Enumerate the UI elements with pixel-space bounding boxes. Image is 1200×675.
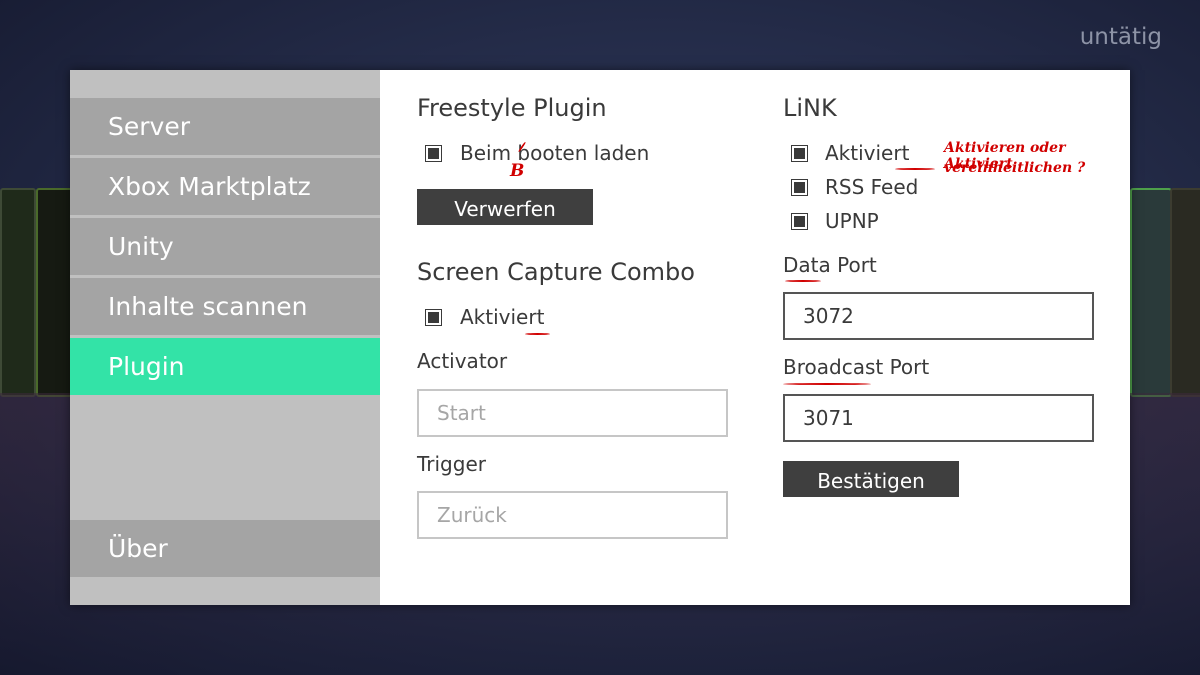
screen-capture-checkbox[interactable]: [425, 309, 442, 326]
data-port-label: Data Port: [783, 253, 877, 277]
boot-load-checkbox[interactable]: [425, 145, 442, 162]
confirm-button[interactable]: Bestätigen: [783, 461, 959, 497]
activator-field[interactable]: Start: [417, 389, 728, 437]
screen-capture-title: Screen Capture Combo: [417, 258, 695, 286]
settings-dialog: Server Xbox Marktplatz Unity Inhalte sca…: [70, 70, 1130, 605]
broadcast-port-label: Broadcast Port: [783, 355, 930, 379]
sidebar-item-unity[interactable]: Unity: [70, 218, 380, 275]
upnp-label: UPNP: [825, 209, 879, 233]
settings-sidebar: Server Xbox Marktplatz Unity Inhalte sca…: [70, 70, 380, 605]
annotation-note-line2: vereinheitlichen ?: [944, 160, 1086, 176]
screen-capture-enabled-label: Aktiviert: [460, 305, 545, 329]
annotation-underline-data: [785, 280, 821, 282]
link-enabled-checkbox[interactable]: [791, 145, 808, 162]
data-port-field[interactable]: 3072: [783, 292, 1094, 340]
link-title: LiNK: [783, 94, 837, 122]
trigger-field[interactable]: Zurück: [417, 491, 728, 539]
background-game-tile: [0, 188, 36, 397]
annotation-underline-screen-aktiviert: [525, 333, 550, 335]
freestyle-plugin-title: Freestyle Plugin: [417, 94, 607, 122]
sidebar-item-server[interactable]: Server: [70, 98, 380, 155]
annotation-underline-link-aktiviert: [895, 168, 935, 170]
sidebar-item-inhalte-scannen[interactable]: Inhalte scannen: [70, 278, 380, 335]
activator-label: Activator: [417, 349, 508, 373]
sidebar-item-plugin[interactable]: Plugin: [70, 338, 380, 395]
sidebar-item-ueber[interactable]: Über: [70, 520, 380, 577]
status-text: untätig: [1079, 24, 1162, 50]
background-game-tile: [36, 188, 74, 397]
rss-feed-label: RSS Feed: [825, 175, 919, 199]
annotation-underline-broadcast: [783, 383, 871, 385]
sidebar-item-xbox-marktplatz[interactable]: Xbox Marktplatz: [70, 158, 380, 215]
background-game-tile: [1170, 188, 1200, 397]
link-enabled-label: Aktiviert: [825, 141, 910, 165]
broadcast-port-field[interactable]: 3071: [783, 394, 1094, 442]
rss-feed-checkbox[interactable]: [791, 179, 808, 196]
upnp-checkbox[interactable]: [791, 213, 808, 230]
boot-load-label: Beim booten laden: [460, 141, 650, 165]
discard-button[interactable]: Verwerfen: [417, 189, 593, 225]
background-game-tile: [1130, 188, 1172, 397]
trigger-label: Trigger: [417, 452, 486, 476]
annotation-b-correction: B: [510, 161, 525, 181]
